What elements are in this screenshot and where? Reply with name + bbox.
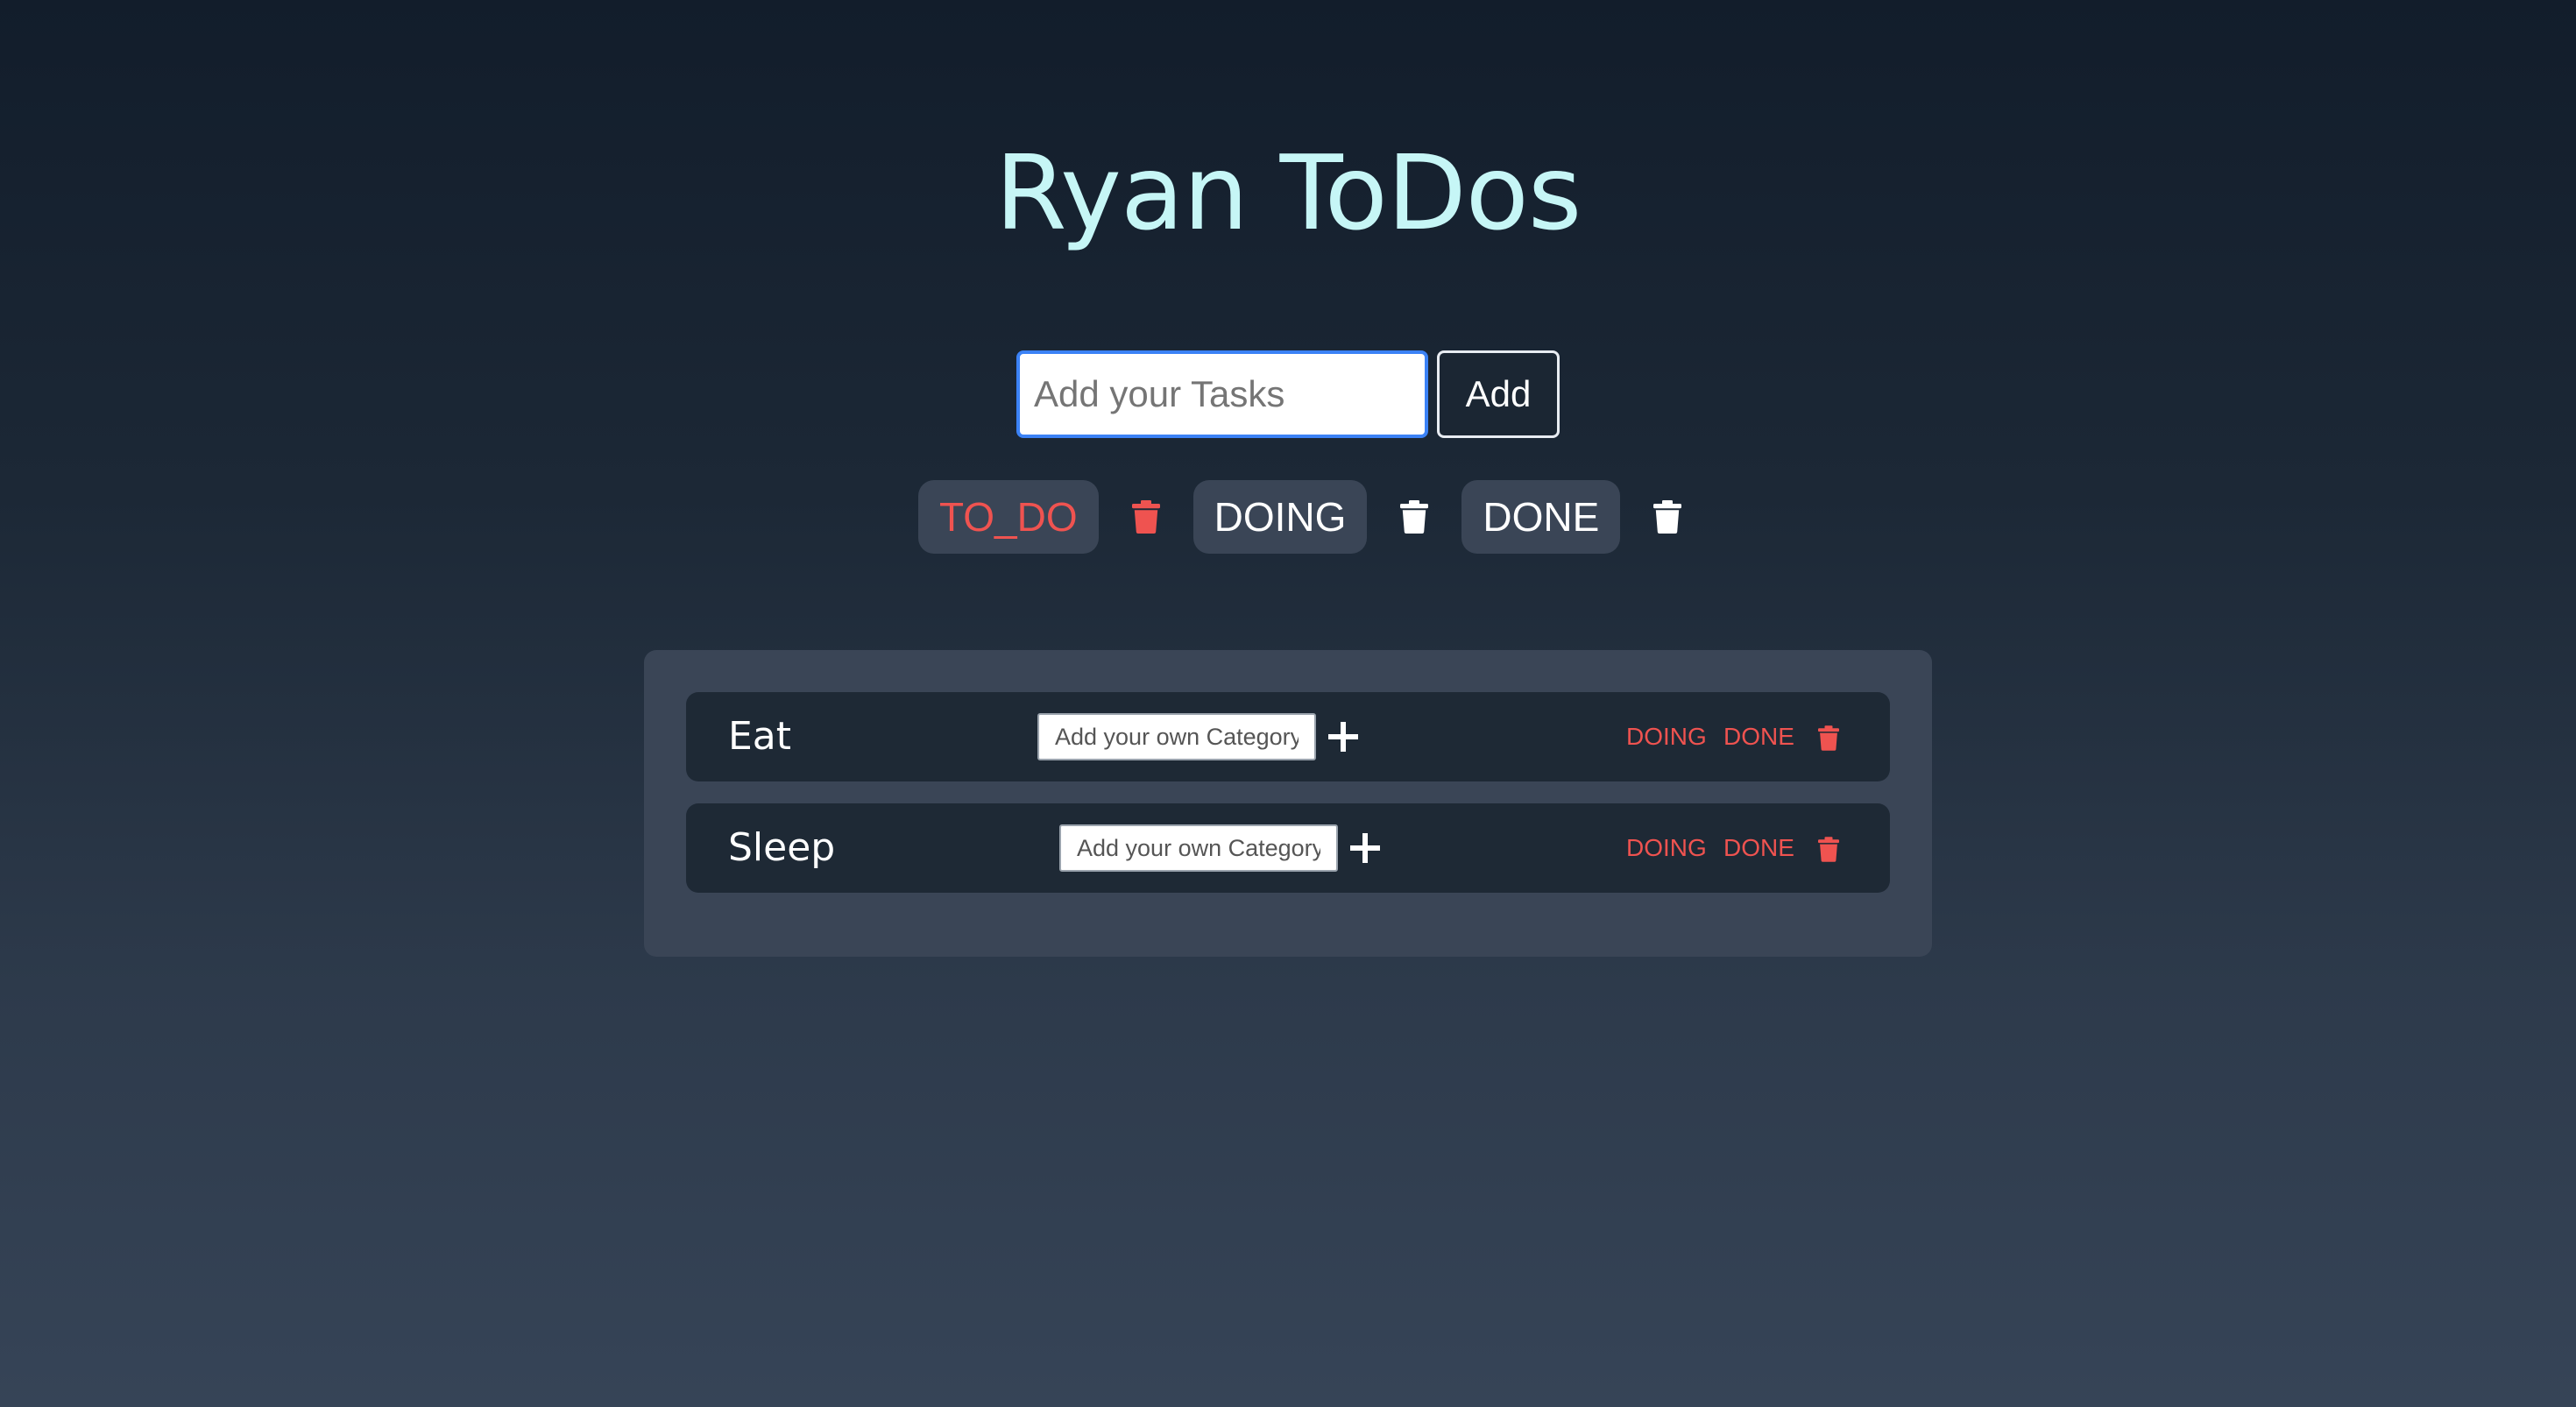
delete-category-to-do-button[interactable] [1099,480,1193,554]
task-name: Sleep [728,825,836,870]
delete-category-doing-button[interactable] [1367,480,1461,554]
trash-icon [1400,500,1429,534]
trash-icon [1131,500,1160,534]
category-chip-doing[interactable]: DOING [1192,480,1368,554]
move-to-doing-button[interactable]: DOING [1626,803,1707,893]
trash-icon [1653,500,1682,534]
task-list-panel: Eat DOING DONE Sleep DOING D [644,650,1932,957]
trash-icon [1818,725,1839,751]
task-row: Sleep DOING DONE [686,803,1890,893]
add-category-button[interactable] [1320,713,1367,760]
delete-category-done-button[interactable] [1620,480,1715,554]
category-chip-to-do[interactable]: TO_DO [918,480,1099,554]
move-to-done-button[interactable]: DONE [1723,692,1794,781]
move-to-done-button[interactable]: DONE [1723,803,1794,893]
plus-icon [1328,722,1358,752]
add-task-button[interactable]: Add [1437,350,1560,438]
add-category-button[interactable] [1341,824,1389,872]
task-input[interactable] [1016,350,1428,438]
custom-category-input[interactable] [1037,713,1316,760]
move-to-doing-button[interactable]: DOING [1626,692,1707,781]
plus-icon [1350,833,1380,863]
trash-icon [1818,836,1839,862]
task-name: Eat [728,714,792,759]
add-task-form: Add [1016,350,1560,438]
delete-task-button[interactable] [1811,831,1846,866]
task-row: Eat DOING DONE [686,692,1890,781]
custom-category-input[interactable] [1059,824,1338,872]
category-filter-bar: TO_DO DOING DONE [918,480,1715,554]
delete-task-button[interactable] [1811,720,1846,755]
category-chip-done[interactable]: DONE [1461,480,1621,554]
page-title: Ryan ToDos [994,132,1582,253]
